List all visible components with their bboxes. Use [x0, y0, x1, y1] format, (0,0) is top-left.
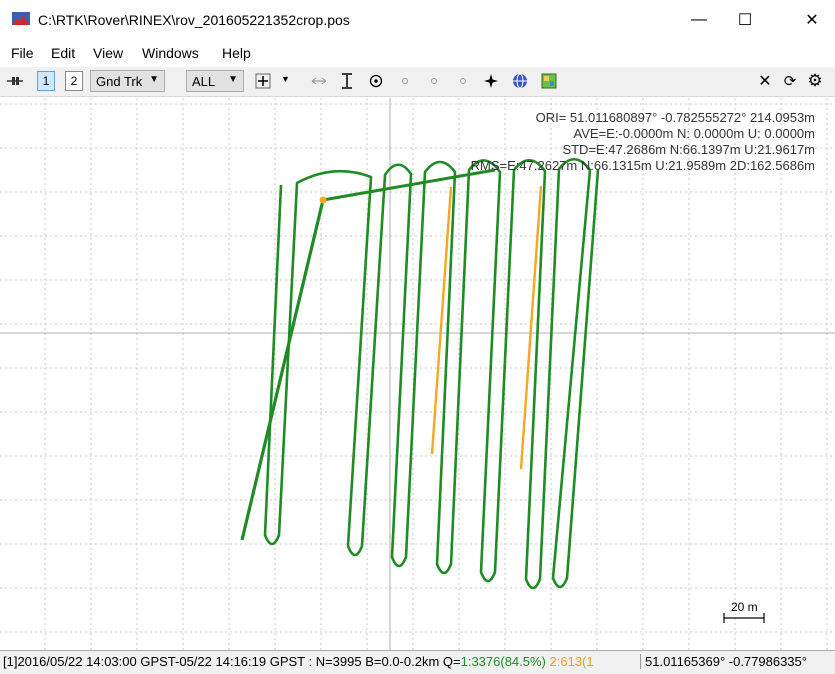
window-title: C:\RTK\Rover\RINEX\rov_201605221352crop.… [38, 12, 350, 28]
menu-bar: File Edit View Windows Help [0, 42, 835, 66]
ground-track-plot[interactable]: ORI= 51.011680897° -0.782555272° 214.095… [0, 98, 835, 650]
plot-type-value: Gnd Trk [96, 73, 143, 89]
layout-2-button[interactable]: 2 [65, 71, 83, 91]
close-window-button[interactable]: ✕ [789, 0, 835, 40]
track-fix-path [263, 157, 600, 590]
menu-file[interactable]: File [11, 45, 34, 61]
rms-info: RMS=E:47.2627m N:66.1315m U:21.9589m 2D:… [470, 158, 815, 173]
layout-1-button[interactable]: 1 [37, 71, 55, 91]
origin-info: ORI= 51.011680897° -0.782555272° 214.095… [535, 110, 815, 125]
compass-icon[interactable] [482, 72, 500, 90]
dot-icon[interactable] [454, 72, 472, 90]
status-q1: 1:3376(84.5%) [460, 654, 546, 669]
dot-icon[interactable] [396, 72, 414, 90]
dot-icon[interactable] [425, 72, 443, 90]
center-origin-icon[interactable] [254, 72, 272, 90]
center-target-icon[interactable] [367, 72, 385, 90]
fit-horizontal-icon[interactable] [310, 72, 328, 90]
status-summary: [1]2016/05/22 14:03:00 GPST-05/22 14:16:… [3, 654, 633, 669]
title-bar: C:\RTK\Rover\RINEX\rov_201605221352crop.… [0, 0, 835, 40]
chevron-down-icon: ▼ [228, 74, 238, 85]
average-info: AVE=E:-0.0000m N: 0.0000m U: 0.0000m [573, 126, 815, 141]
status-bar: [1]2016/05/22 14:03:00 GPST-05/22 14:16:… [0, 650, 835, 674]
menu-windows[interactable]: Windows [142, 45, 199, 61]
plot-type-select[interactable]: Gnd Trk ▼ [90, 70, 165, 92]
close-icon[interactable]: ✕ [756, 72, 774, 90]
track [240, 157, 600, 590]
std-info: STD=E:47.2686m N:66.1397m U:21.9617m [562, 142, 815, 157]
track-start-marker [319, 196, 327, 204]
connect-icon[interactable] [6, 72, 24, 90]
grid [0, 98, 835, 650]
quality-filter-select[interactable]: ALL ▼ [186, 70, 244, 92]
menu-help[interactable]: Help [222, 45, 251, 61]
ground-track-canvas [0, 98, 835, 650]
scale-bar [723, 613, 765, 623]
menu-view[interactable]: View [93, 45, 123, 61]
globe-icon[interactable] [511, 72, 529, 90]
dropdown-arrow-icon[interactable]: ▼ [281, 74, 290, 84]
quality-filter-value: ALL [192, 73, 216, 89]
status-coordinates: 51.01165369° -0.77986335° [640, 654, 807, 669]
scale-label: 20 m [731, 600, 758, 614]
maximize-button[interactable]: ☐ [722, 0, 768, 40]
menu-edit[interactable]: Edit [51, 45, 75, 61]
chevron-down-icon: ▼ [149, 74, 159, 85]
fit-vertical-icon[interactable] [338, 72, 356, 90]
map-layer-icon[interactable] [540, 72, 558, 90]
status-q2: 2:613(1 [549, 654, 594, 669]
minimize-button[interactable]: — [676, 0, 722, 40]
reload-icon[interactable]: ⟳ [781, 72, 799, 90]
toolbar: 1 2 Gnd Trk ▼ ALL ▼ ▼ ✕ ⟳ ⚙ [0, 67, 835, 97]
status-main: [1]2016/05/22 14:03:00 GPST-05/22 14:16:… [3, 654, 461, 669]
settings-icon[interactable]: ⚙ [805, 71, 825, 91]
app-icon [12, 12, 30, 28]
